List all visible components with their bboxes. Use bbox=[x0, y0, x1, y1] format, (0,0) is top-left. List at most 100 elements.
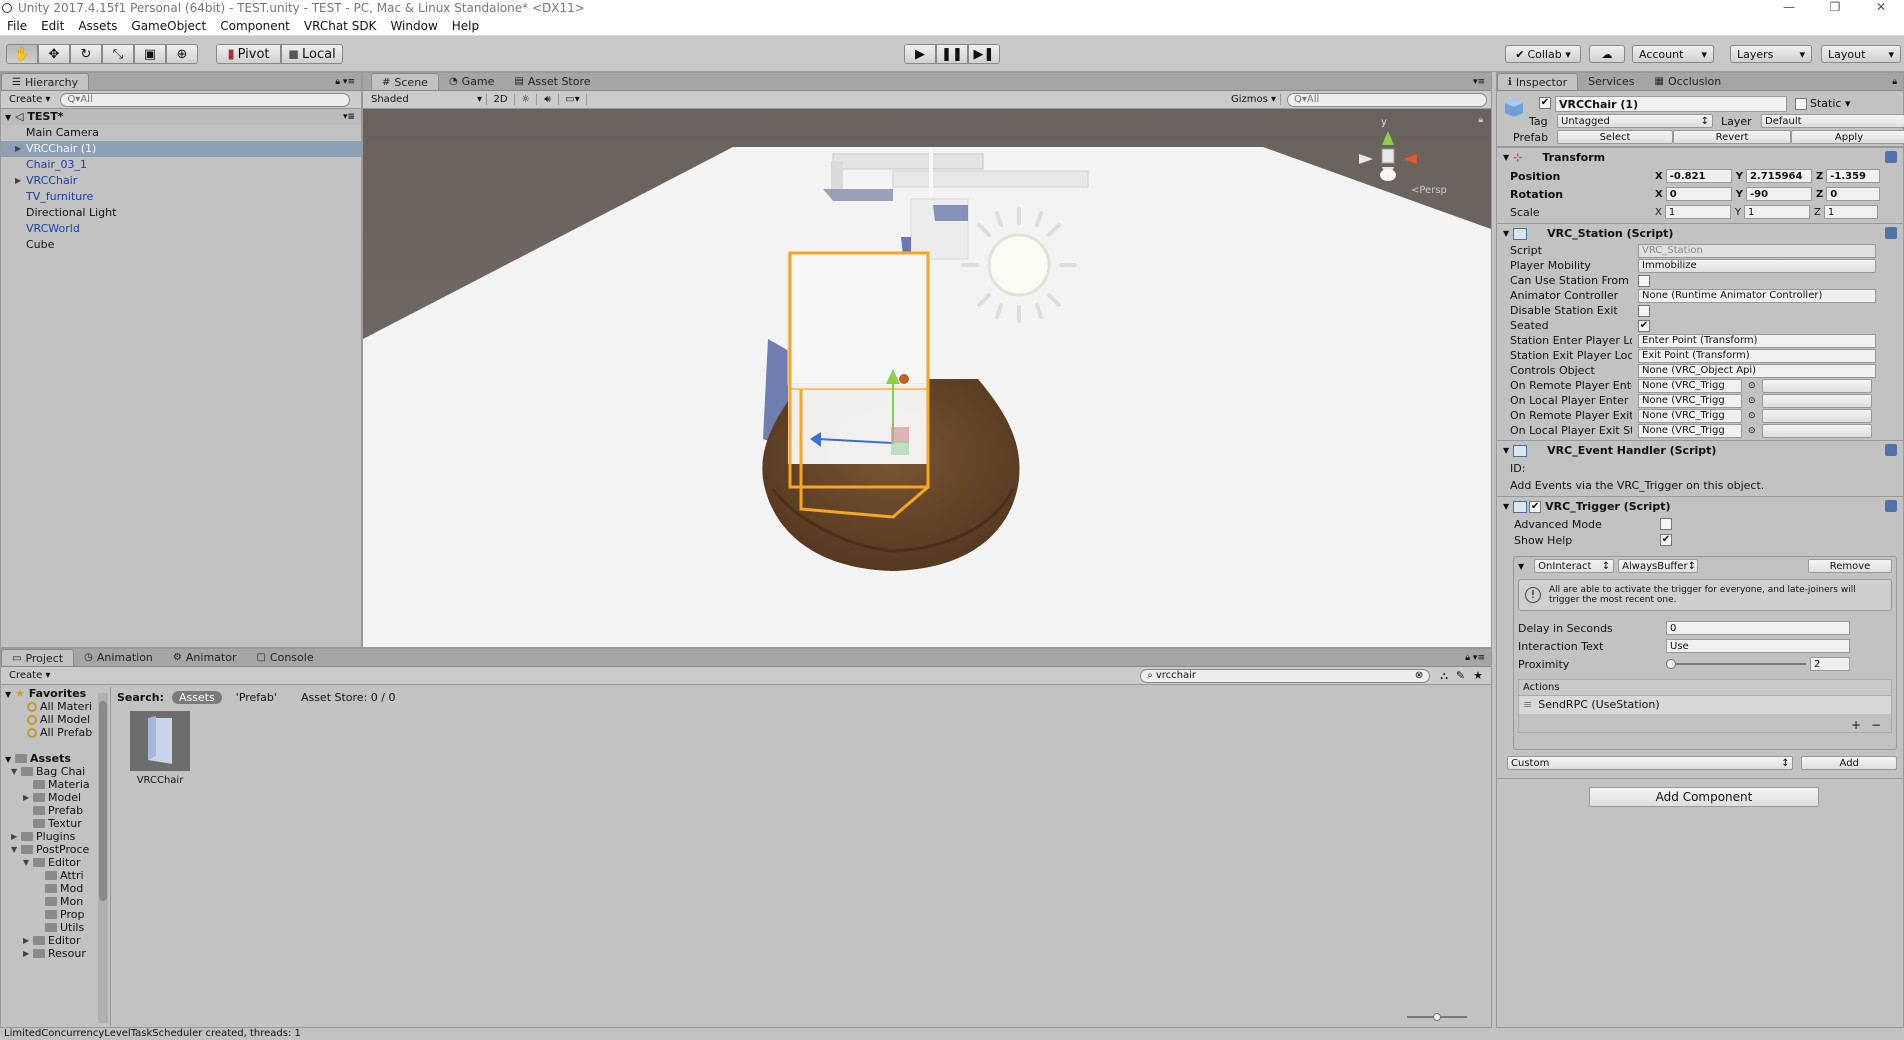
action-item[interactable]: ≡ SendRPC (UseStation) bbox=[1519, 696, 1891, 714]
layout-dropdown[interactable]: Layout ▾ bbox=[1821, 45, 1901, 63]
tab-game[interactable]: ◔ Game bbox=[439, 73, 504, 90]
scene-menu-icon[interactable]: ▾≡ bbox=[343, 109, 355, 125]
lock-icon[interactable]: 🔒︎ ▾≡ bbox=[335, 77, 355, 87]
asset-folder[interactable]: Mod bbox=[1, 882, 110, 895]
tab-animator[interactable]: ⚙ Animator bbox=[163, 649, 247, 666]
lighting-toggle-icon[interactable]: ☼ bbox=[515, 94, 537, 105]
hand-tool-button[interactable]: ✋ bbox=[6, 44, 38, 64]
minimize-button[interactable]: — bbox=[1766, 0, 1812, 14]
station-method-dropdown[interactable] bbox=[1761, 408, 1872, 423]
prefab-revert-button[interactable]: Revert bbox=[1673, 130, 1791, 144]
object-picker-icon[interactable]: ⊙ bbox=[1748, 411, 1756, 421]
station-field-value[interactable]: None (VRC_Trigg bbox=[1638, 393, 1742, 408]
asset-folder[interactable]: Prefab bbox=[1, 804, 110, 817]
prefab-apply-button[interactable]: Apply bbox=[1791, 130, 1904, 144]
tab-animation[interactable]: ◷ Animation bbox=[74, 649, 163, 666]
vrc-trigger-enabled-checkbox[interactable]: ✔ bbox=[1529, 500, 1542, 513]
station-field-value[interactable]: None (VRC_Trigg bbox=[1638, 408, 1742, 423]
object-active-checkbox[interactable]: ✔ bbox=[1539, 97, 1551, 109]
asset-folder[interactable]: ▶ Plugins bbox=[1, 830, 110, 843]
menu-edit[interactable]: Edit bbox=[34, 19, 71, 33]
gear-icon[interactable] bbox=[1885, 151, 1897, 163]
tab-console[interactable]: ▢ Console bbox=[246, 649, 323, 666]
hierarchy-item[interactable]: ▶ VRCChair bbox=[1, 173, 361, 189]
tab-services[interactable]: Services bbox=[1578, 73, 1644, 90]
hierarchy-item[interactable]: VRCWorld bbox=[1, 221, 361, 237]
audio-toggle-icon[interactable]: 🔊︎ bbox=[537, 94, 559, 105]
filter-label-icon[interactable]: ✎ bbox=[1456, 669, 1465, 682]
scope-prefab-button[interactable]: 'Prefab' bbox=[236, 691, 277, 704]
project-lock-icon[interactable]: 🔒︎ ▾≡ bbox=[1465, 653, 1485, 663]
add-action-icon[interactable]: + bbox=[1851, 718, 1861, 732]
position-z-field[interactable]: -1.359 bbox=[1826, 169, 1881, 183]
asset-folder[interactable]: ▶ Editor bbox=[1, 934, 110, 947]
move-tool-button[interactable]: ✥ bbox=[38, 44, 70, 64]
scope-assets-button[interactable]: Assets bbox=[171, 690, 222, 704]
menu-component[interactable]: Component bbox=[213, 19, 297, 33]
shading-mode-dropdown[interactable]: Shaded ▾ bbox=[367, 94, 487, 105]
play-button[interactable]: ▶ bbox=[904, 44, 936, 64]
scale-y-field[interactable]: 1 bbox=[1743, 205, 1810, 219]
scope-asset-store-button[interactable]: Asset Store: 0 / 0 bbox=[301, 691, 396, 704]
menu-help[interactable]: Help bbox=[445, 19, 486, 33]
asset-folder[interactable]: Mon bbox=[1, 895, 110, 908]
menu-assets[interactable]: Assets bbox=[71, 19, 124, 33]
proximity-slider[interactable] bbox=[1666, 658, 1806, 670]
transform-header[interactable]: ▼ ⊹ Transform bbox=[1497, 147, 1903, 167]
account-dropdown[interactable]: Account ▾ bbox=[1632, 45, 1714, 63]
hierarchy-item[interactable]: Main Camera bbox=[1, 125, 361, 141]
station-method-dropdown[interactable] bbox=[1761, 423, 1872, 438]
inspector-lock-icon[interactable]: 🔒︎ bbox=[1892, 77, 1897, 87]
tag-dropdown[interactable]: Untagged ↕ bbox=[1557, 114, 1713, 128]
add-component-button[interactable]: Add Component bbox=[1589, 787, 1819, 807]
menu-gameobject[interactable]: GameObject bbox=[124, 19, 213, 33]
chevron-down-icon[interactable]: ▼ bbox=[11, 843, 17, 856]
favorite-item[interactable]: All Model bbox=[1, 713, 110, 726]
scene-lock-icon[interactable]: 🔒︎ bbox=[1478, 115, 1483, 125]
vrc-trigger-header[interactable]: ▼ ✔ VRC_Trigger (Script) bbox=[1497, 496, 1903, 516]
asset-folder[interactable]: ▶ Resour bbox=[1, 947, 110, 960]
chevron-right-icon[interactable]: ▶ bbox=[23, 947, 29, 960]
station-field-value[interactable]: None (Runtime Animator Controller) bbox=[1638, 288, 1876, 303]
projection-label[interactable]: <Persp bbox=[1411, 185, 1447, 196]
tab-occlusion[interactable]: ▦ Occlusion bbox=[1645, 73, 1732, 90]
gizmos-dropdown[interactable]: Gizmos ▾ bbox=[1227, 94, 1281, 105]
scene-viewport[interactable]: y <Persp 🔒︎ bbox=[363, 109, 1491, 647]
trigger-kind-dropdown[interactable]: Custom ↕ bbox=[1507, 756, 1794, 770]
rotation-z-field[interactable]: 0 bbox=[1826, 187, 1881, 201]
chevron-right-icon[interactable]: ▶ bbox=[11, 830, 17, 843]
asset-folder[interactable]: Textur bbox=[1, 817, 110, 830]
chevron-right-icon[interactable]: ▶ bbox=[15, 141, 21, 157]
asset-folder[interactable]: Prop bbox=[1, 908, 110, 921]
rotation-x-field[interactable]: 0 bbox=[1665, 187, 1732, 201]
asset-folder[interactable]: ▼ PostProce bbox=[1, 843, 110, 856]
filter-type-icon[interactable]: ⛬ bbox=[1440, 669, 1448, 683]
broadcast-type-dropdown[interactable]: AlwaysBuffer ↕ bbox=[1618, 559, 1699, 573]
asset-item[interactable]: VRCChair bbox=[128, 711, 192, 791]
menu-vrchat-sdk[interactable]: VRChat SDK bbox=[297, 19, 384, 33]
station-field-value[interactable]: Enter Point (Transform) bbox=[1638, 333, 1876, 348]
project-create-button[interactable]: Create ▾ bbox=[5, 670, 54, 681]
vrc-station-header[interactable]: ▼ VRC_Station (Script) bbox=[1497, 223, 1903, 243]
scene-search-input[interactable]: Q▾All bbox=[1287, 92, 1487, 107]
object-picker-icon[interactable]: ⊙ bbox=[1748, 381, 1756, 391]
proximity-slider-thumb[interactable] bbox=[1666, 659, 1676, 669]
favorite-star-icon[interactable]: ★ bbox=[1473, 669, 1483, 682]
position-y-field[interactable]: 2.715964 bbox=[1745, 169, 1812, 183]
pivot-toggle[interactable]: ▮ Pivot bbox=[216, 44, 281, 64]
chevron-down-icon[interactable]: ▼ bbox=[23, 856, 29, 869]
station-field-value[interactable]: Exit Point (Transform) bbox=[1638, 348, 1876, 363]
tab-project[interactable]: ▭ Project bbox=[1, 649, 75, 666]
rotate-tool-button[interactable]: ↻ bbox=[70, 44, 102, 64]
tab-scene[interactable]: # Scene bbox=[371, 73, 439, 90]
station-field-checkbox[interactable] bbox=[1638, 304, 1650, 317]
show-help-checkbox[interactable]: ✔ bbox=[1660, 534, 1672, 546]
assets-root[interactable]: ▼ Assets bbox=[1, 752, 110, 765]
favorite-item[interactable]: All Prefab bbox=[1, 726, 110, 739]
station-method-dropdown[interactable] bbox=[1761, 393, 1872, 408]
hierarchy-item[interactable]: Chair_03_1 bbox=[1, 157, 361, 173]
trigger-type-dropdown[interactable]: OnInteract ↕ bbox=[1534, 559, 1615, 573]
gear-icon[interactable] bbox=[1885, 227, 1897, 239]
asset-folder[interactable]: ▼ Bag Chai bbox=[1, 765, 110, 778]
asset-folder[interactable]: Attri bbox=[1, 869, 110, 882]
